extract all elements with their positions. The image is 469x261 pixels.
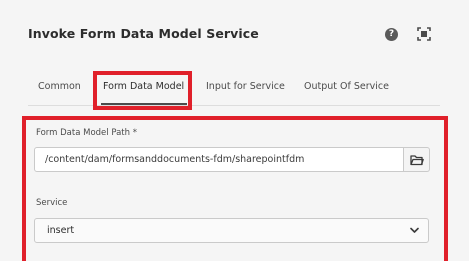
browse-button[interactable] — [404, 147, 430, 172]
dialog-title: Invoke Form Data Model Service — [28, 26, 259, 41]
form-data-model-path-label: Form Data Model Path * — [36, 128, 137, 138]
service-label: Service — [36, 198, 68, 208]
service-select[interactable]: insert — [34, 218, 429, 243]
tab-bar: Common Form Data Model Input for Service… — [28, 68, 440, 106]
folder-icon — [410, 155, 424, 166]
help-icon[interactable]: ? — [385, 28, 398, 41]
dialog-header: Invoke Form Data Model Service ? — [0, 0, 469, 60]
tab-output-of-service[interactable]: Output Of Service — [304, 68, 389, 106]
tab-common[interactable]: Common — [38, 68, 81, 106]
tab-highlight-box — [93, 71, 192, 110]
chevron-down-icon — [410, 227, 419, 233]
service-select-value: insert — [47, 225, 75, 236]
fullscreen-icon[interactable] — [417, 27, 431, 41]
form-data-model-path-input[interactable]: /content/dam/formsanddocuments-fdm/share… — [34, 147, 404, 172]
tab-input-for-service[interactable]: Input for Service — [206, 68, 285, 106]
